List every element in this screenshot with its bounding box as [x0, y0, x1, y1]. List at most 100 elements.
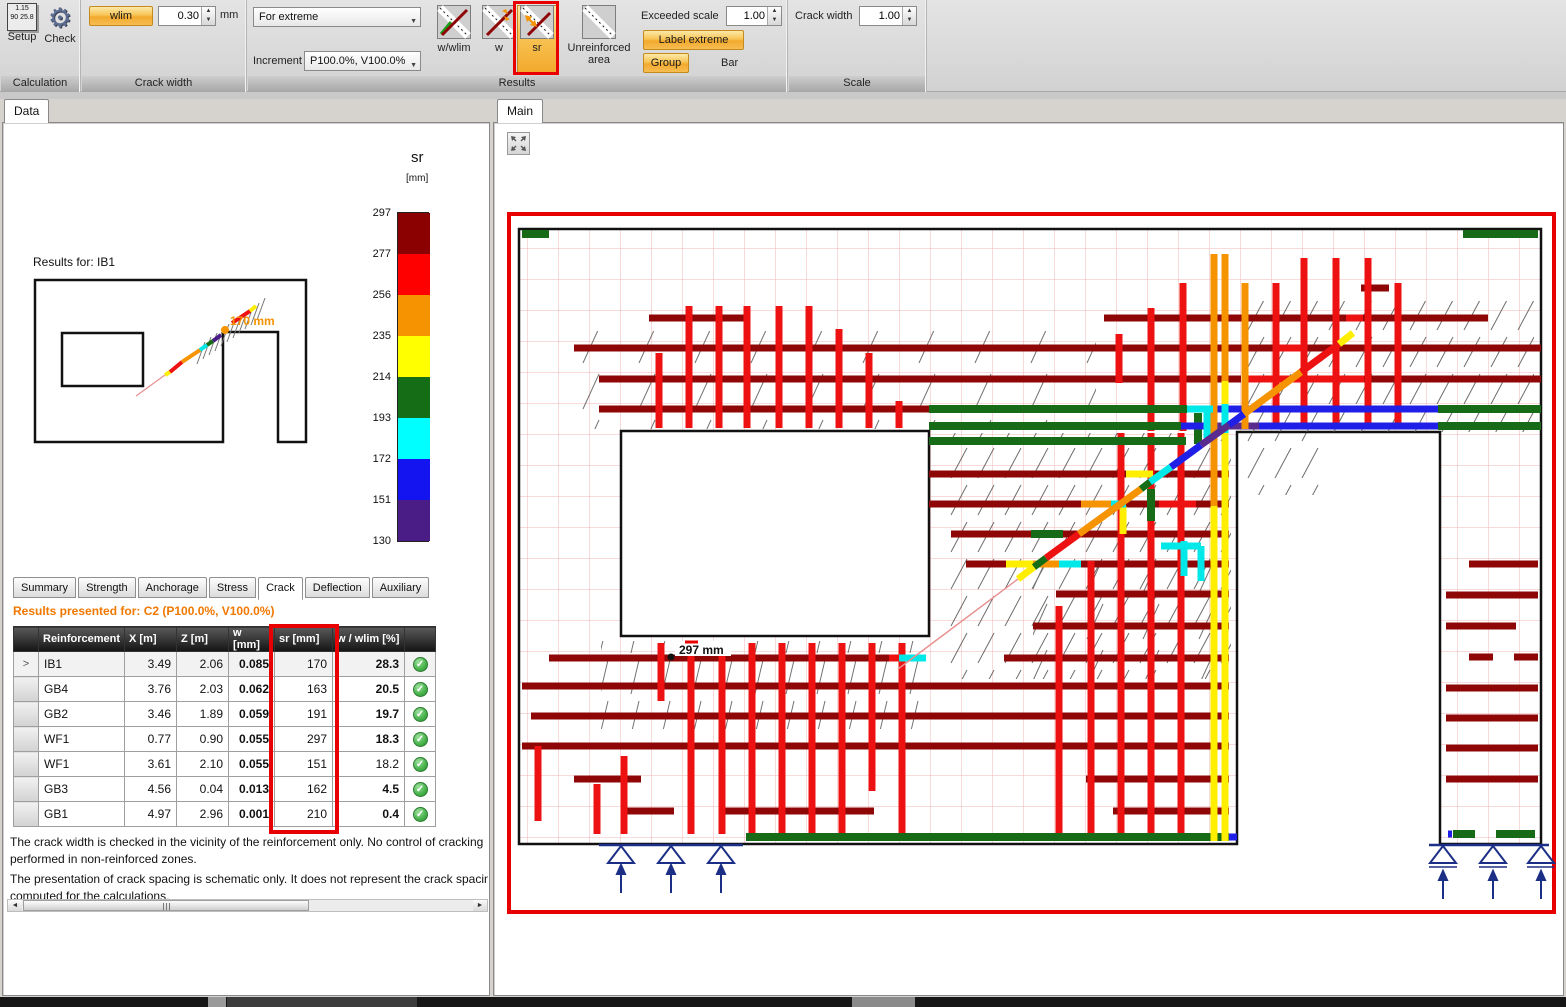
ribbon: 1.1590 25.8 Setup ⚙ Check Calculation wl… [0, 0, 1566, 92]
tab-stress[interactable]: Stress [209, 577, 256, 598]
table-cell: 0.4 [333, 802, 405, 827]
column-header[interactable]: w / wlim [%] [333, 627, 405, 652]
bar-label: Bar [721, 57, 738, 69]
scale-tick-label: 172 [373, 453, 391, 465]
w-button[interactable]: w [479, 5, 519, 54]
tab-deflection[interactable]: Deflection [305, 577, 370, 598]
table-cell: 2.03 [177, 677, 229, 702]
table-row[interactable]: >IB13.492.060.08517028.3✓ [14, 652, 436, 677]
scale-crack-width-label: Crack width [795, 10, 852, 22]
horizontal-scrollbar[interactable]: ◄ ► [7, 899, 488, 912]
table-cell: 0.055 [229, 727, 275, 752]
scale-tick-label: 214 [373, 371, 391, 383]
scale-segment [398, 459, 430, 500]
table-cell: 0.90 [177, 727, 229, 752]
table-cell: 2.10 [177, 752, 229, 777]
main-drawing-canvas[interactable]: 297 mm [494, 123, 1563, 995]
wlim-spin-buttons[interactable]: ▲▼ [201, 7, 215, 25]
tab-crack[interactable]: Crack [258, 577, 303, 600]
scale-crack-width-value[interactable]: 1.00 [862, 7, 900, 25]
table-row[interactable]: GB34.560.040.0131624.5✓ [14, 777, 436, 802]
results-for-heading: Results presented for: C2 (P100.0%, V100… [13, 604, 274, 618]
check-button[interactable]: ⚙ Check [40, 3, 80, 45]
tab-main[interactable]: Main [497, 99, 543, 123]
gear-icon: ⚙ [48, 3, 72, 33]
scale-segment [398, 500, 430, 541]
table-row[interactable]: WF13.612.100.05515118.2✓ [14, 752, 436, 777]
data-panel: Results for: IB1 170 mm sr [2, 122, 490, 996]
status-ok-icon: ✓ [413, 782, 428, 797]
wlim-toggle[interactable]: wlim [89, 6, 153, 26]
tab-anchorage[interactable]: Anchorage [138, 577, 207, 598]
increment-combo[interactable]: P100.0%, V100.0% ▼ [304, 51, 421, 71]
exceeded-scale-spinner[interactable]: 1.00 ▲▼ [726, 6, 782, 26]
table-cell [14, 727, 39, 752]
scale-segment [398, 418, 430, 459]
status-cell: ✓ [405, 802, 436, 827]
status-ok-icon: ✓ [413, 732, 428, 747]
table-cell: 0.085 [229, 652, 275, 677]
table-cell: GB2 [39, 702, 125, 727]
tab-strength[interactable]: Strength [78, 577, 136, 598]
table-cell: WF1 [39, 727, 125, 752]
tab-data[interactable]: Data [4, 99, 49, 123]
for-extreme-combo[interactable]: For extreme ▼ [253, 7, 421, 27]
status-cell: ✓ [405, 777, 436, 802]
wlim-spinner[interactable]: 0.30 ▲▼ [158, 6, 216, 26]
table-cell: 1.89 [177, 702, 229, 727]
scale-crack-width-spinner[interactable]: 1.00 ▲▼ [859, 6, 917, 26]
table-row[interactable]: GB23.461.890.05919119.7✓ [14, 702, 436, 727]
exceeded-scale-spin-buttons[interactable]: ▲▼ [767, 7, 781, 25]
table-cell: 2.06 [177, 652, 229, 677]
status-cell: ✓ [405, 652, 436, 677]
label-extreme-toggle[interactable]: Label extreme [643, 30, 744, 50]
setup-icon: 1.1590 25.8 [7, 3, 37, 31]
ribbon-group-calculation: 1.1590 25.8 Setup ⚙ Check Calculation [0, 0, 81, 92]
table-row[interactable]: GB14.972.960.0012100.4✓ [14, 802, 436, 827]
w-wlim-button[interactable]: w/wlim [431, 5, 477, 54]
exceeded-scale-value[interactable]: 1.00 [729, 7, 765, 25]
scale-tick-label: 297 [373, 207, 391, 219]
wlim-value[interactable]: 0.30 [161, 7, 199, 25]
scale-spin-buttons[interactable]: ▲▼ [902, 7, 916, 25]
preview-drawing: 170 mm [21, 271, 321, 456]
table-cell: 162 [275, 777, 333, 802]
table-cell [14, 677, 39, 702]
preview-title: Results for: IB1 [33, 255, 115, 269]
results-table: ReinforcementX [m]Z [m]w [mm]sr [mm]w / … [13, 626, 436, 827]
ribbon-group-results: For extreme ▼ Increment P100.0%, V100.0%… [247, 0, 788, 92]
scroll-left-button[interactable]: ◄ [8, 900, 22, 911]
column-header[interactable] [405, 627, 436, 652]
table-row[interactable]: GB43.762.030.06216320.5✓ [14, 677, 436, 702]
increment-value: P100.0%, V100.0% [310, 55, 405, 67]
increment-label: Increment [253, 55, 302, 67]
table-cell: 151 [275, 752, 333, 777]
table-cell: 210 [275, 802, 333, 827]
tab-auxiliary[interactable]: Auxiliary [372, 577, 430, 598]
scale-tick-label: 256 [373, 289, 391, 301]
table-row[interactable]: WF10.770.900.05529718.3✓ [14, 727, 436, 752]
group-toggle[interactable]: Group [643, 53, 689, 73]
unreinforced-area-button[interactable]: Unreinforced area [561, 5, 637, 66]
scale-tick-label: 151 [373, 494, 391, 506]
table-cell: 3.49 [125, 652, 177, 677]
table-cell: 20.5 [333, 677, 405, 702]
note-line: The crack width is checked in the vicini… [10, 835, 488, 849]
scrollbar-thumb[interactable] [23, 900, 309, 911]
reaction-arrows [617, 865, 1545, 899]
tab-summary[interactable]: Summary [13, 577, 76, 598]
w-wlim-icon [437, 5, 471, 39]
column-header[interactable]: Reinforcement [39, 627, 125, 652]
column-header[interactable]: sr [mm] [275, 627, 333, 652]
scale-segment [398, 336, 430, 377]
sr-button[interactable]: sr [519, 5, 555, 54]
column-header[interactable]: w [mm] [229, 627, 275, 652]
column-header[interactable]: X [m] [125, 627, 177, 652]
column-header[interactable] [14, 627, 39, 652]
setup-button[interactable]: 1.1590 25.8 Setup [2, 3, 42, 43]
table-cell: IB1 [39, 652, 125, 677]
scroll-right-button[interactable]: ► [473, 900, 487, 911]
results-table-body: >IB13.492.060.08517028.3✓GB43.762.030.06… [14, 652, 436, 827]
column-header[interactable]: Z [m] [177, 627, 229, 652]
table-cell: 191 [275, 702, 333, 727]
